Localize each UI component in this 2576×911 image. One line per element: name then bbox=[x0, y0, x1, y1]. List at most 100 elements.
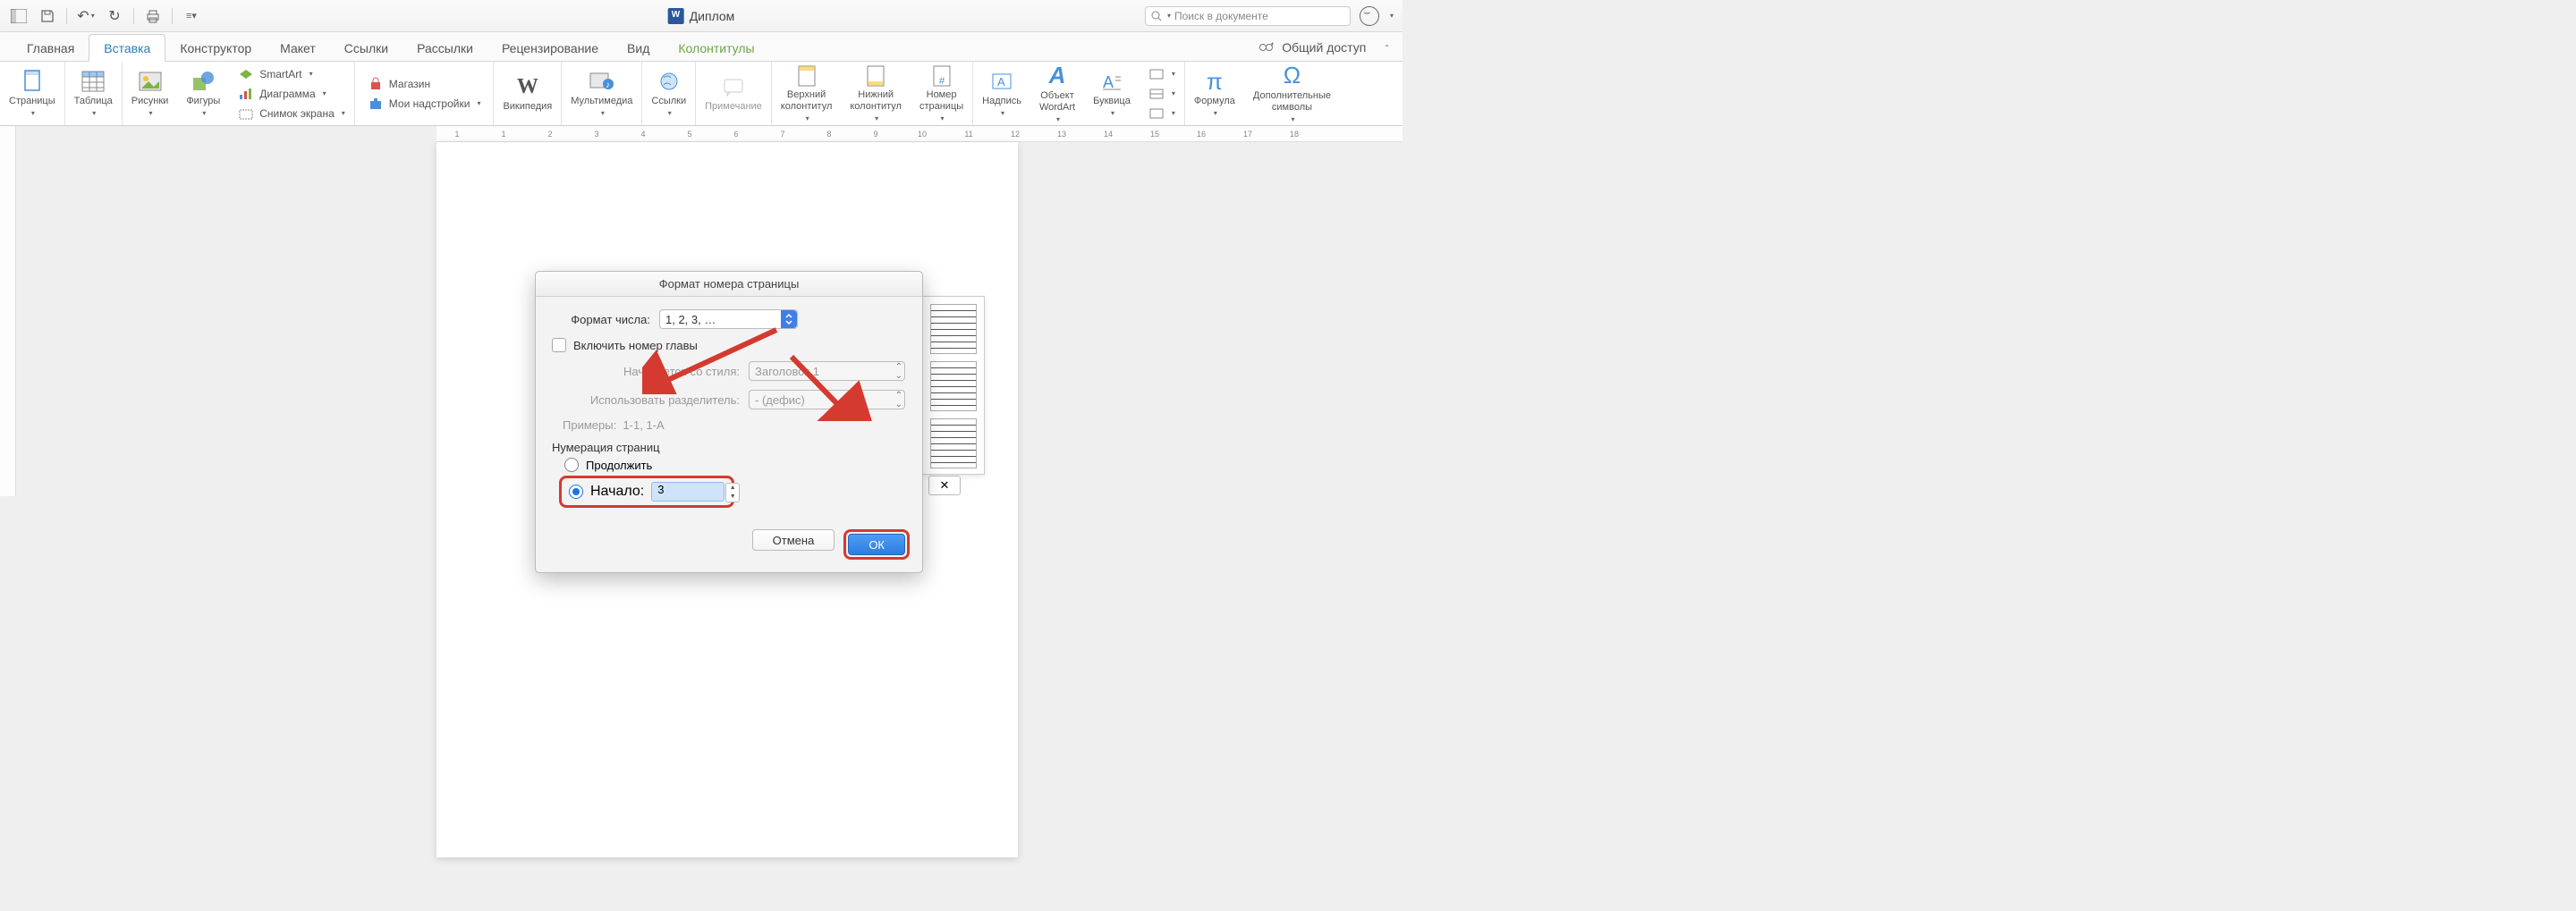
store-icon bbox=[368, 76, 384, 92]
svg-text:♪: ♪ bbox=[606, 80, 610, 90]
wordart-button[interactable]: A Объект WordArt▾ bbox=[1030, 62, 1084, 125]
dialog-title: Формат номера страницы bbox=[536, 272, 922, 297]
tab-review[interactable]: Рецензирование bbox=[487, 35, 613, 61]
include-chapter-label: Включить номер главы bbox=[573, 339, 698, 352]
footer-button[interactable]: Нижний колонтитул▾ bbox=[841, 62, 911, 125]
ribbon-misc-1[interactable]: ▾ bbox=[1145, 65, 1179, 83]
search-input[interactable]: ▾ Поиск в документе bbox=[1145, 6, 1351, 26]
svg-text:A: A bbox=[1103, 73, 1114, 91]
print-icon[interactable] bbox=[143, 6, 163, 26]
comment-icon bbox=[719, 74, 748, 99]
start-at-field[interactable]: ▲▼ bbox=[651, 482, 724, 502]
number-format-label: Формат числа: bbox=[552, 313, 650, 326]
symbol-icon: Ω bbox=[1277, 63, 1306, 89]
header-button[interactable]: Верхний колонтитул▾ bbox=[772, 62, 842, 125]
start-at-stepper[interactable]: ▲▼ bbox=[725, 483, 740, 502]
pages-button[interactable]: Страницы▾ bbox=[0, 62, 64, 125]
number-format-select[interactable]: 1, 2, 3, … bbox=[659, 309, 798, 329]
header-thumbnail[interactable] bbox=[930, 418, 977, 468]
search-icon bbox=[1151, 11, 1162, 21]
share-button[interactable]: Общий доступ bbox=[1282, 40, 1366, 55]
wikipedia-button[interactable]: W Википедия bbox=[494, 62, 561, 125]
chart-button[interactable]: Диаграмма▾ bbox=[234, 85, 349, 103]
redo-icon[interactable]: ↻ bbox=[105, 6, 124, 26]
wikipedia-icon: W bbox=[513, 74, 542, 99]
pagenum-button[interactable]: # Номер страницы▾ bbox=[911, 62, 972, 125]
tab-headerfooter[interactable]: Колонтитулы bbox=[664, 35, 768, 61]
include-chapter-checkbox[interactable] bbox=[552, 338, 566, 352]
store-button[interactable]: Магазин bbox=[364, 75, 485, 93]
start-at-label: Начало: bbox=[590, 484, 644, 500]
cancel-button[interactable]: Отмена bbox=[752, 529, 835, 551]
dropcap-button[interactable]: A Буквица▾ bbox=[1084, 62, 1140, 125]
comment-button: Примечание bbox=[696, 62, 771, 125]
header-gallery-panel: ✕ bbox=[922, 296, 985, 475]
sidebar-toggle-icon[interactable] bbox=[9, 6, 29, 26]
tab-insert[interactable]: Вставка bbox=[89, 34, 165, 62]
equation-button[interactable]: π Формула▾ bbox=[1185, 62, 1244, 125]
document-area: 1123456789101112131415161718 ✕ Формат но… bbox=[0, 126, 1402, 496]
title-bar: ↶▾ ↻ ≡▾ Диплом ▾ Поиск в документе ▾ bbox=[0, 0, 1402, 32]
header-thumbnail[interactable] bbox=[930, 304, 977, 354]
shapes-button[interactable]: Фигуры▾ bbox=[177, 62, 229, 125]
equation-icon: π bbox=[1200, 69, 1229, 94]
start-at-radio[interactable] bbox=[569, 485, 583, 499]
pagenum-icon: # bbox=[928, 64, 956, 88]
continue-radio[interactable] bbox=[564, 458, 579, 472]
start-style-label: Начинается со стиля: bbox=[552, 365, 740, 378]
header-thumbnail[interactable] bbox=[930, 361, 977, 411]
media-icon: ♪ bbox=[588, 69, 616, 94]
wordart-icon: A bbox=[1043, 63, 1072, 89]
examples-value: 1-1, 1-A bbox=[623, 418, 664, 432]
tab-references[interactable]: Ссылки bbox=[330, 35, 402, 61]
header-icon bbox=[792, 64, 821, 88]
word-doc-icon bbox=[668, 8, 684, 24]
table-icon bbox=[79, 69, 107, 94]
textbox-icon: A bbox=[987, 69, 1016, 94]
collapse-ribbon-icon[interactable]: ⌃ bbox=[1384, 44, 1390, 52]
links-icon bbox=[655, 69, 683, 94]
tab-layout[interactable]: Макет bbox=[266, 35, 330, 61]
addins-button[interactable]: Мои надстройки▾ bbox=[364, 95, 485, 113]
svg-text:A: A bbox=[997, 75, 1005, 89]
ribbon-tabs: Главная Вставка Конструктор Макет Ссылки… bbox=[0, 32, 1402, 62]
start-at-input[interactable] bbox=[657, 483, 708, 496]
select-arrow-icon bbox=[781, 310, 797, 328]
screenshot-button[interactable]: Снимок экрана▾ bbox=[234, 105, 349, 122]
media-button[interactable]: ♪ Мультимедиа▾ bbox=[562, 62, 641, 125]
dropcap-icon: A bbox=[1097, 69, 1126, 94]
textbox-button[interactable]: A Надпись▾ bbox=[973, 62, 1030, 125]
links-button[interactable]: Ссылки▾ bbox=[642, 62, 695, 125]
separator-select: - (дефис) ⌃⌄ bbox=[749, 390, 905, 409]
save-icon[interactable] bbox=[38, 6, 57, 26]
numbering-section-header: Нумерация страниц bbox=[552, 441, 906, 454]
screenshot-icon bbox=[238, 105, 254, 122]
qat-customize-icon[interactable]: ≡▾ bbox=[182, 6, 201, 26]
smartart-button[interactable]: SmartArt▾ bbox=[234, 65, 349, 83]
ok-button[interactable]: ОК bbox=[848, 534, 905, 555]
feedback-icon[interactable] bbox=[1360, 6, 1379, 26]
continue-label: Продолжить bbox=[586, 459, 652, 472]
pictures-button[interactable]: Рисунки▾ bbox=[123, 62, 178, 125]
tab-mailings[interactable]: Рассылки bbox=[402, 35, 487, 61]
ribbon-misc-2[interactable]: ▾ bbox=[1145, 85, 1179, 103]
symbol-button[interactable]: Ω Дополнительные символы▾ bbox=[1244, 62, 1340, 125]
addins-icon bbox=[368, 96, 384, 112]
tab-home[interactable]: Главная bbox=[13, 35, 89, 61]
tab-design[interactable]: Конструктор bbox=[165, 35, 266, 61]
chart-icon bbox=[238, 86, 254, 102]
ribbon-misc-3[interactable]: ▾ bbox=[1145, 105, 1179, 122]
undo-icon[interactable]: ↶▾ bbox=[76, 6, 96, 26]
horizontal-ruler: 1123456789101112131415161718 bbox=[436, 126, 1402, 142]
page-number-format-dialog: Формат номера страницы Формат числа: 1, … bbox=[535, 271, 923, 573]
pages-icon bbox=[18, 69, 47, 94]
smartart-icon bbox=[238, 66, 254, 82]
footer-icon bbox=[861, 64, 890, 88]
examples-label: Примеры: bbox=[563, 418, 616, 432]
help-dropdown-icon[interactable]: ▾ bbox=[1390, 12, 1394, 20]
table-button[interactable]: Таблица▾ bbox=[65, 62, 122, 125]
share-icon bbox=[1257, 39, 1276, 55]
tab-view[interactable]: Вид bbox=[613, 35, 664, 61]
start-style-select: Заголовок 1 ⌃⌄ bbox=[749, 361, 905, 381]
gallery-close-button[interactable]: ✕ bbox=[928, 476, 961, 495]
